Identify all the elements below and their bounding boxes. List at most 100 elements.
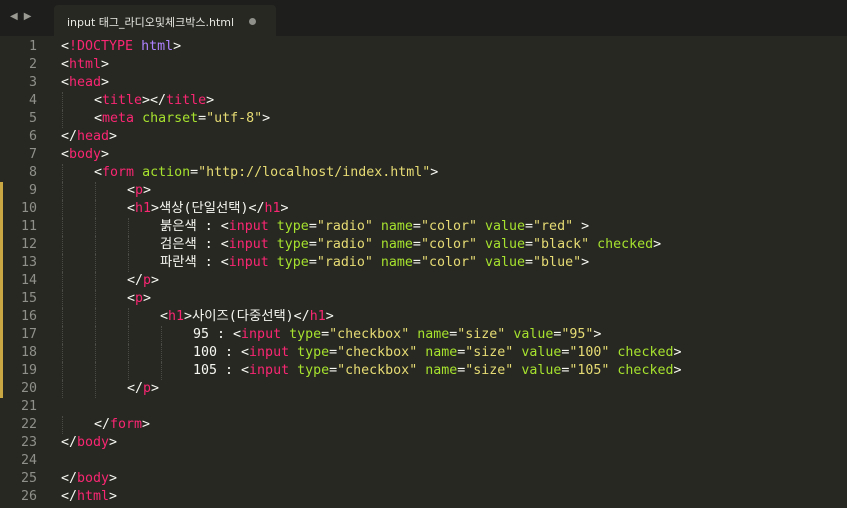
code-line[interactable]: 14 </p> bbox=[0, 272, 847, 290]
code-token: > bbox=[101, 75, 110, 90]
code-token: </ bbox=[61, 471, 78, 486]
code-text: <form action="http://localhost/index.htm… bbox=[94, 164, 438, 182]
code-token: < bbox=[94, 165, 103, 180]
code-text: <body> bbox=[61, 146, 109, 164]
code-line[interactable]: 26 </html> bbox=[0, 488, 847, 506]
code-token: < bbox=[61, 39, 70, 54]
code-line[interactable]: 1 <!DOCTYPE html> bbox=[0, 38, 847, 56]
code-line[interactable]: 4 <title></title> bbox=[0, 92, 847, 110]
code-token: value bbox=[521, 363, 562, 378]
code-token: "100" bbox=[569, 345, 610, 360]
code-editor[interactable]: 1 <!DOCTYPE html> 2 <html> 3 <head> 4 <title></… bbox=[0, 36, 847, 508]
code-text: 검은색 : <input type="radio" name="color" v… bbox=[160, 236, 661, 254]
code-token: "blue" bbox=[533, 255, 582, 270]
chevron-left-icon[interactable]: ◀ bbox=[10, 11, 18, 22]
code-text: </p> bbox=[127, 380, 159, 398]
code-token: "105" bbox=[569, 363, 610, 378]
code-text: <p> bbox=[127, 290, 151, 308]
code-text: 100 : <input type="checkbox" name="size"… bbox=[193, 344, 681, 362]
code-token: meta bbox=[102, 111, 135, 126]
code-line[interactable]: 24 bbox=[0, 452, 847, 470]
code-token: html bbox=[69, 57, 102, 72]
code-token: = bbox=[308, 219, 317, 234]
code-token: > bbox=[109, 129, 118, 144]
code-line[interactable]: 22 </form> bbox=[0, 416, 847, 434]
code-line[interactable]: 16 <h1>사이즈(다중선택)</h1> bbox=[0, 308, 847, 326]
code-token: input bbox=[228, 219, 269, 234]
line-number: 21 bbox=[20, 399, 37, 414]
code-token: "http://localhost/index.html" bbox=[198, 165, 431, 180]
code-line[interactable]: 13 파란색 : <input type="radio" name="color"… bbox=[0, 254, 847, 272]
code-token: </ bbox=[127, 273, 144, 288]
code-token: </ bbox=[61, 489, 78, 504]
line-number: 12 bbox=[20, 237, 37, 252]
line-number: 22 bbox=[20, 417, 37, 432]
line-number: 8 bbox=[28, 165, 37, 180]
code-token: input bbox=[228, 237, 269, 252]
code-line[interactable]: 10 <h1>색상(단일선택)</h1> bbox=[0, 200, 847, 218]
code-token: "95" bbox=[561, 327, 594, 342]
code-line[interactable]: 17 95 : <input type="checkbox" name="size… bbox=[0, 326, 847, 344]
code-token: = bbox=[321, 327, 330, 342]
code-line[interactable]: 12 검은색 : <input type="radio" name="color"… bbox=[0, 236, 847, 254]
code-token: h1 bbox=[135, 201, 152, 216]
line-number: 18 bbox=[20, 345, 37, 360]
code-token: html bbox=[141, 39, 174, 54]
code-line[interactable]: 19 105 : <input type="checkbox" name="siz… bbox=[0, 362, 847, 380]
code-token: charset bbox=[142, 111, 199, 126]
code-token: p bbox=[143, 381, 152, 396]
code-token: "size" bbox=[465, 363, 514, 378]
code-line[interactable]: 3 <head> bbox=[0, 74, 847, 92]
code-token: value bbox=[485, 237, 526, 252]
code-token: body bbox=[69, 147, 102, 162]
code-line[interactable]: 8 <form action="http://localhost/index.ht… bbox=[0, 164, 847, 182]
code-token: > bbox=[581, 255, 590, 270]
code-token: "black" bbox=[533, 237, 590, 252]
code-line[interactable]: 2 <html> bbox=[0, 56, 847, 74]
code-token: 95 : < bbox=[193, 327, 242, 342]
code-token: form bbox=[110, 417, 143, 432]
code-token: name bbox=[380, 237, 413, 252]
unsaved-dot-icon[interactable] bbox=[249, 18, 256, 25]
code-token: > bbox=[173, 39, 182, 54]
code-token: h1 bbox=[309, 309, 326, 324]
code-line[interactable]: 9 <p> bbox=[0, 182, 847, 200]
code-line[interactable]: 15 <p> bbox=[0, 290, 847, 308]
code-token: body bbox=[77, 471, 110, 486]
code-token: value bbox=[485, 255, 526, 270]
code-token: = bbox=[308, 237, 317, 252]
code-text: </body> bbox=[61, 434, 117, 452]
code-line[interactable]: 25 </body> bbox=[0, 470, 847, 488]
code-text: <head> bbox=[61, 74, 109, 92]
code-token: < bbox=[127, 201, 136, 216]
code-line[interactable]: 7 <body> bbox=[0, 146, 847, 164]
code-token: checked bbox=[617, 345, 674, 360]
code-token: h1 bbox=[168, 309, 185, 324]
code-line[interactable]: 11 붉은색 : <input type="radio" name="color"… bbox=[0, 218, 847, 236]
file-tab[interactable]: input 태그_라디오및체크박스.html bbox=[54, 5, 276, 36]
chevron-right-icon[interactable]: ▶ bbox=[24, 11, 32, 22]
code-line[interactable]: 6 </head> bbox=[0, 128, 847, 146]
line-number: 10 bbox=[20, 201, 37, 216]
line-number: 3 bbox=[28, 75, 37, 90]
tab-nav: ◀ ▶ bbox=[10, 11, 31, 22]
code-line[interactable]: 5 <meta charset="utf-8"> bbox=[0, 110, 847, 128]
code-line[interactable]: 18 100 : <input type="checkbox" name="siz… bbox=[0, 344, 847, 362]
code-line[interactable]: 23 </body> bbox=[0, 434, 847, 452]
code-token: head bbox=[69, 75, 102, 90]
code-token: = bbox=[525, 219, 534, 234]
code-token: > bbox=[206, 93, 215, 108]
code-token: "radio" bbox=[316, 255, 373, 270]
code-token: name bbox=[417, 327, 450, 342]
code-line[interactable]: 21 bbox=[0, 398, 847, 416]
code-token: "color" bbox=[420, 255, 477, 270]
code-line[interactable]: 20 </p> bbox=[0, 380, 847, 398]
code-token: "utf-8" bbox=[206, 111, 263, 126]
